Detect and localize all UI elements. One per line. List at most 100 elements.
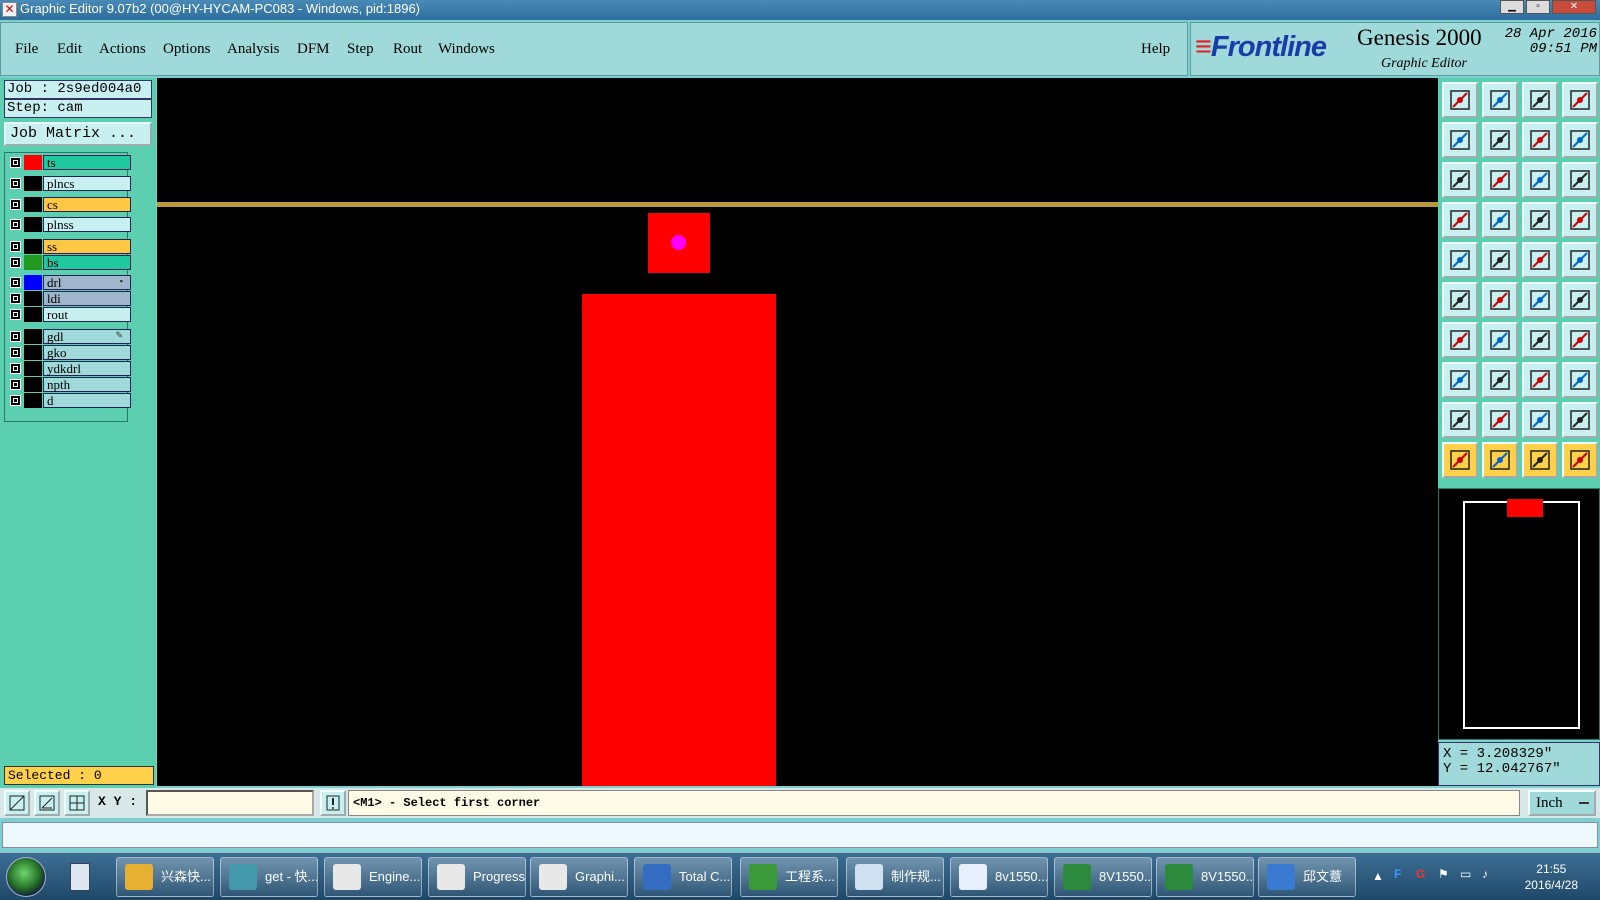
layer-checkbox[interactable] [10,293,21,304]
layer-checkbox[interactable] [10,363,21,374]
layer-row-npth[interactable]: npth [7,377,131,392]
tray-app-icon[interactable]: F [1394,867,1401,881]
taskbar-item[interactable]: 8V1550... [1156,857,1254,897]
layer-row-ss[interactable]: ss [7,239,131,254]
layer-checkbox[interactable] [10,309,21,320]
polygon-button[interactable] [1482,242,1518,278]
taskbar-item[interactable]: 工程系... [740,857,838,897]
redraw-button[interactable] [1562,122,1598,158]
layer-row-gdl[interactable]: gdl ✎ [7,329,131,344]
job-matrix-button[interactable]: Job Matrix ... [4,122,152,146]
copy-button[interactable] [1562,362,1598,398]
tray-network-icon[interactable]: ▭ [1460,867,1471,881]
layer-checkbox[interactable] [10,347,21,358]
layer-row-ldi[interactable]: ldi [7,291,131,306]
layer-checkbox[interactable] [10,379,21,390]
taskbar-item[interactable]: Graphi... [530,857,628,897]
tool-settings-button[interactable] [1442,202,1478,238]
menu-help[interactable]: Help [1141,41,1170,58]
taskbar-item[interactable]: 8V1550... [1054,857,1152,897]
menu-rout[interactable]: Rout [393,41,422,58]
mirror-button[interactable] [1562,322,1598,358]
taskbar-item[interactable]: get - 快... [220,857,318,897]
pad-add-button[interactable] [1442,362,1478,398]
move-right-button[interactable] [1482,122,1518,158]
graphic-canvas[interactable] [157,78,1438,786]
snap-grid-button[interactable] [4,790,30,816]
close-button[interactable]: ✕ [1552,0,1596,14]
triangle-button[interactable] [1442,402,1478,438]
route-select-button[interactable] [1562,442,1598,478]
tray-flag-icon[interactable]: ⚑ [1438,867,1449,881]
point-snap-button[interactable] [1522,282,1558,318]
ruler-button[interactable] [1522,242,1558,278]
taskbar-item[interactable]: 兴森快... [116,857,214,897]
calculator-pinned-icon[interactable] [70,863,90,891]
grid-button[interactable] [64,790,90,816]
layer-checkbox[interactable] [10,219,21,230]
layer-row-cs[interactable]: cs [7,197,131,212]
move-up-button[interactable] [1442,82,1478,118]
home-button[interactable] [1522,82,1558,118]
layer-checkbox[interactable] [10,178,21,189]
measure-button[interactable] [1522,362,1558,398]
menu-windows[interactable]: Windows [438,41,495,58]
move-down-button[interactable] [1482,82,1518,118]
cross-button[interactable] [1482,282,1518,318]
clock[interactable]: 21:55 2016/4/28 [1525,861,1578,893]
undo-view-button[interactable] [1522,122,1558,158]
select-orange-button[interactable] [1522,442,1558,478]
arc-button[interactable] [1522,322,1558,358]
start-button[interactable] [6,857,46,897]
triangle-a-button[interactable] [1482,402,1518,438]
maximize-button[interactable]: ▫ [1526,0,1550,14]
layer-row-plncs[interactable]: plncs [7,176,131,191]
tray-arrow-icon[interactable]: ▲ [1372,869,1384,883]
layer-row-plnss[interactable]: plnss [7,217,131,232]
taskbar-item[interactable]: Progress [428,857,526,897]
tray-g-icon[interactable]: G [1416,867,1425,881]
layer-color-button[interactable] [1522,202,1558,238]
overview-map[interactable] [1438,488,1600,740]
taskbar-item[interactable]: 制作规... [846,857,944,897]
angle-line-button[interactable] [1442,322,1478,358]
zoom-in-button[interactable] [1482,162,1518,198]
pointer-button[interactable] [1442,442,1478,478]
grid-button[interactable] [1482,202,1518,238]
layer-checkbox[interactable] [10,199,21,210]
layer-checkbox[interactable] [10,257,21,268]
layer-checkbox[interactable] [10,277,21,288]
arrow-snap-button[interactable] [1562,282,1598,318]
minimize-button[interactable]: ▁ [1500,0,1524,14]
triangle-c-button[interactable] [1562,402,1598,438]
line-add-button[interactable] [1482,362,1518,398]
unit-selector[interactable]: Inch [1528,790,1596,816]
help-button[interactable] [1562,162,1598,198]
xy-input[interactable] [146,790,314,816]
layer-color2-button[interactable] [1562,202,1598,238]
taskbar-item[interactable]: 邱文薏 [1258,857,1356,897]
layer-row-gko[interactable]: gko [7,345,131,360]
layer-checkbox[interactable] [10,395,21,406]
zoom-fit-button[interactable] [1442,162,1478,198]
menu-analysis[interactable]: Analysis [227,41,280,58]
menu-dfm[interactable]: DFM [297,41,330,58]
layer-row-ts[interactable]: ts [7,155,131,170]
tray-volume-icon[interactable]: ♪ [1482,867,1488,881]
triangle-b-button[interactable] [1522,402,1558,438]
move-left-button[interactable] [1442,122,1478,158]
menu-actions[interactable]: Actions [99,41,146,58]
scale-1-2-button[interactable] [1522,162,1558,198]
execute-button[interactable] [320,790,346,816]
node-connect-button[interactable] [1442,282,1478,318]
layer-checkbox[interactable] [10,331,21,342]
line-draw-button[interactable] [1482,322,1518,358]
menu-step[interactable]: Step [347,41,374,58]
angle-button[interactable] [34,790,60,816]
circle-button[interactable] [1562,242,1598,278]
layer-row-rout[interactable]: rout [7,307,131,322]
layer-row-ydkdrl[interactable]: ydkdrl [7,361,131,376]
layer-row-bs[interactable]: bs [7,255,131,270]
menu-edit[interactable]: Edit [57,41,82,58]
camera-button[interactable] [1442,242,1478,278]
